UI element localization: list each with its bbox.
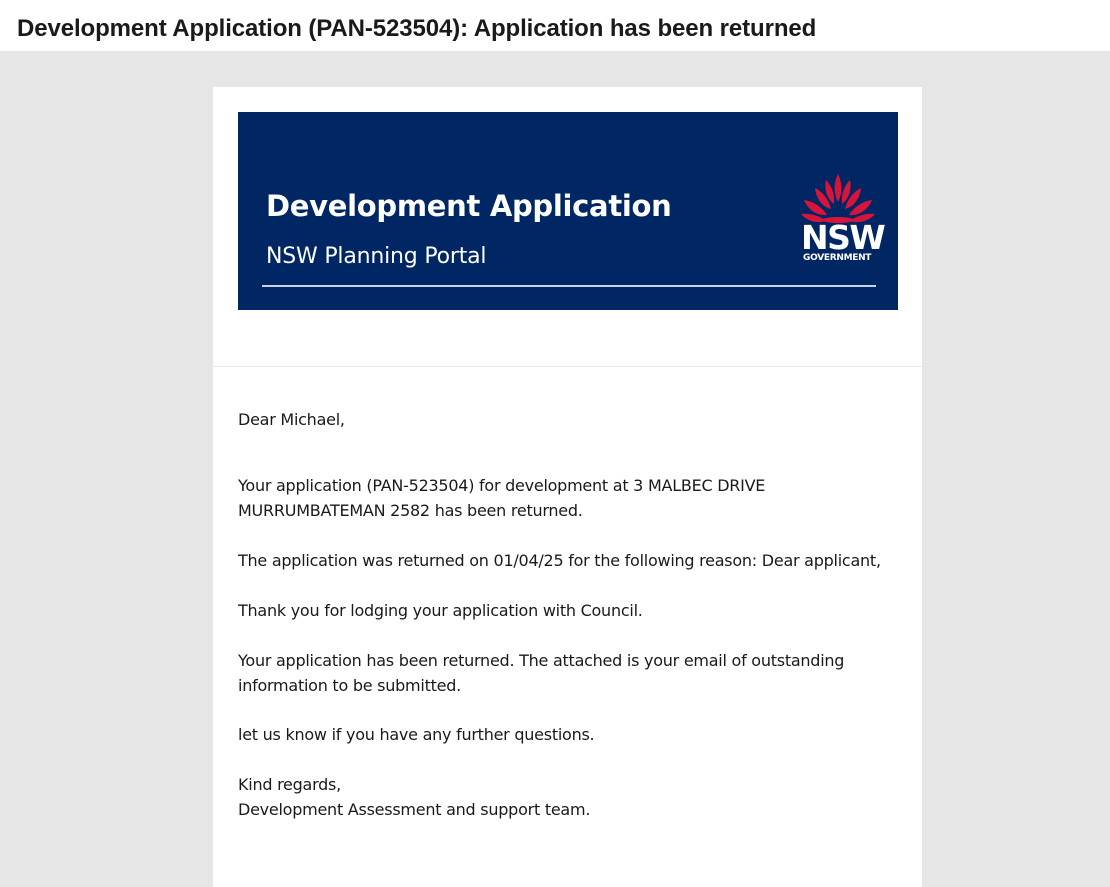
email-subject-bar: Development Application (PAN-523504): Ap…: [0, 0, 1110, 51]
banner-subtitle: NSW Planning Portal: [266, 244, 487, 269]
banner-divider: [262, 285, 876, 287]
header-banner: Development Application NSW Planning Por…: [238, 112, 898, 310]
intro-paragraph: Your application (PAN-523504) for develo…: [238, 476, 766, 520]
signature-team: Development Assessment and support team.: [238, 800, 591, 819]
thanks-paragraph: Thank you for lodging your application w…: [238, 601, 643, 620]
email-body-card: Development Application NSW Planning Por…: [213, 87, 922, 887]
outstanding-info-paragraph: Your application has been returned. The …: [238, 651, 845, 695]
signoff: Kind regards,: [238, 775, 341, 794]
returned-reason-paragraph: The application was returned on 01/04/25…: [238, 551, 881, 570]
greeting: Dear Michael,: [238, 410, 345, 429]
questions-paragraph: let us know if you have any further ques…: [238, 725, 595, 744]
nsw-logo-text: NSW: [801, 218, 886, 257]
section-divider: [213, 366, 922, 367]
email-subject: Development Application (PAN-523504): Ap…: [17, 15, 817, 42]
nsw-logo-subtext: GOVERNMENT: [803, 253, 872, 263]
banner-title: Development Application: [266, 189, 672, 223]
